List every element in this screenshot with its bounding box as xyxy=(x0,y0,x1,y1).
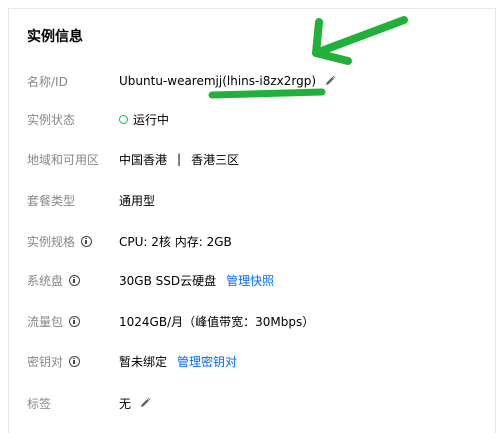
info-circle-icon[interactable] xyxy=(69,355,81,367)
status-running-icon xyxy=(119,114,128,124)
row-status: 实例状态 运行中 xyxy=(27,109,487,129)
row-system-disk: 系统盘 30GB SSD云硬盘 管理快照 xyxy=(27,270,487,290)
tags-text: 无 xyxy=(119,396,132,411)
region-text: 中国香港 xyxy=(119,152,168,167)
value-status: 运行中 xyxy=(119,111,169,128)
label-traffic-text: 流量包 xyxy=(27,314,64,329)
label-system-disk: 系统盘 xyxy=(27,272,119,289)
info-circle-icon[interactable] xyxy=(81,235,93,247)
instance-name-text: Ubuntu-wearemjj(lhins-i8zx2rgp) xyxy=(119,74,316,88)
label-region: 地域和可用区 xyxy=(27,152,100,167)
value-region: 中国香港 | 香港三区 xyxy=(119,151,239,168)
label-plan-type: 套餐类型 xyxy=(27,193,76,208)
row-traffic: 流量包 1024GB/月（峰值带宽：30Mbps） xyxy=(27,311,487,331)
value-name-id: Ubuntu-wearemjj(lhins-i8zx2rgp) xyxy=(119,74,336,88)
label-traffic: 流量包 xyxy=(27,313,119,330)
instance-page: 实例信息 名称/ID Ubuntu-wearemjj(lhins-i8zx2rg… xyxy=(0,0,500,433)
region-separator: | xyxy=(177,152,182,166)
row-region: 地域和可用区 中国香港 | 香港三区 xyxy=(27,149,487,169)
label-spec-text: 实例规格 xyxy=(27,234,76,249)
label-status: 实例状态 xyxy=(27,112,76,127)
status-text: 运行中 xyxy=(133,112,170,127)
row-spec: 实例规格 CPU: 2核 内存: 2GB xyxy=(27,231,487,251)
row-plan-type: 套餐类型 通用型 xyxy=(27,190,487,210)
row-tags: 标签 无 xyxy=(27,393,487,413)
label-spec: 实例规格 xyxy=(27,233,119,250)
zone-text: 香港三区 xyxy=(191,152,240,167)
card-title: 实例信息 xyxy=(27,29,83,45)
manage-key-pair-link[interactable]: 管理密钥对 xyxy=(177,353,237,370)
label-system-disk-text: 系统盘 xyxy=(27,273,64,288)
row-key-pair: 密钥对 暂未绑定 管理密钥对 xyxy=(27,351,487,371)
value-system-disk: 30GB SSD云硬盘 管理快照 xyxy=(119,272,274,289)
value-tags: 无 xyxy=(119,395,151,412)
pencil-icon[interactable] xyxy=(139,397,151,409)
label-key-pair: 密钥对 xyxy=(27,353,119,370)
info-circle-icon[interactable] xyxy=(69,274,81,286)
system-disk-text: 30GB SSD云硬盘 xyxy=(119,273,217,288)
label-tags: 标签 xyxy=(27,396,52,411)
value-spec: CPU: 2核 内存: 2GB xyxy=(119,234,232,249)
label-name-id: 名称/ID xyxy=(27,74,68,89)
instance-info-card: 实例信息 名称/ID Ubuntu-wearemjj(lhins-i8zx2rg… xyxy=(8,8,496,433)
label-key-pair-text: 密钥对 xyxy=(27,354,64,369)
manage-snapshot-link[interactable]: 管理快照 xyxy=(226,272,274,289)
value-plan-type: 通用型 xyxy=(119,193,156,208)
info-circle-icon[interactable] xyxy=(69,315,81,327)
value-traffic: 1024GB/月（峰值带宽：30Mbps） xyxy=(119,314,315,329)
key-pair-text: 暂未绑定 xyxy=(119,354,168,369)
row-name-id: 名称/ID Ubuntu-wearemjj(lhins-i8zx2rgp) xyxy=(27,71,487,91)
pencil-icon[interactable] xyxy=(324,75,336,87)
value-key-pair: 暂未绑定 管理密钥对 xyxy=(119,353,237,370)
